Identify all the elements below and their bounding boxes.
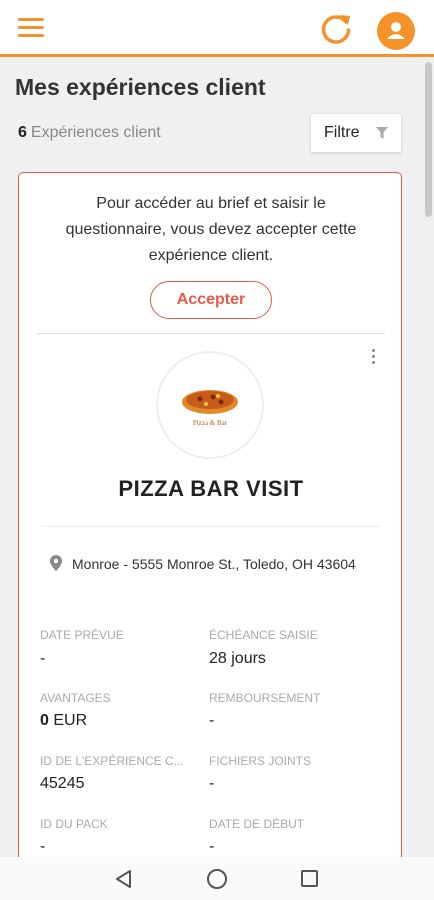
field-value-echeance: 28 jours xyxy=(209,650,266,667)
funnel-icon xyxy=(376,127,388,139)
pizza-logo-image: Pizza & Bar xyxy=(182,390,238,427)
field-value-date-debut: - xyxy=(209,838,215,855)
field-value-fichiers: - xyxy=(209,775,215,792)
accept-button[interactable]: Accepter xyxy=(150,281,272,319)
acceptance-notice: Pour accéder au brief et saisir le quest… xyxy=(65,195,357,264)
home-circle-icon[interactable] xyxy=(207,869,227,889)
field-label-remboursement: REMBOURSEMENT xyxy=(209,691,321,705)
scrollbar[interactable] xyxy=(425,62,432,217)
recent-apps-icon[interactable] xyxy=(301,870,318,887)
field-value-id-pack: - xyxy=(40,838,46,855)
page-title: Mes expériences client xyxy=(15,74,266,100)
divider xyxy=(37,333,385,334)
experience-count-number: 6 xyxy=(18,124,27,141)
field-label-echeance: ÉCHÉANCE SAISIE xyxy=(209,628,318,642)
app-bar xyxy=(0,0,434,57)
field-label-avantages: AVANTAGES xyxy=(40,691,111,705)
field-value-id-experience: 45245 xyxy=(40,775,85,792)
field-value-remboursement: - xyxy=(209,712,215,729)
logo-caption: Pizza & Bar xyxy=(193,419,228,427)
divider xyxy=(41,526,381,527)
back-triangle-icon[interactable] xyxy=(114,869,134,889)
field-label-id-pack: ID DU PACK xyxy=(40,817,108,831)
field-value-avantages: 0 EUR xyxy=(40,712,87,730)
field-value-date-prevue: - xyxy=(40,650,46,667)
mission-title: PIZZA BAR VISIT xyxy=(118,476,304,501)
avantages-currency: EUR xyxy=(53,712,88,729)
filter-label: Filtre xyxy=(324,124,360,141)
experience-count: 6 Expériences client xyxy=(18,124,161,142)
more-options-icon[interactable] xyxy=(369,349,377,369)
avantages-amount: 0 xyxy=(40,712,49,729)
filter-button[interactable]: Filtre xyxy=(311,114,401,152)
location-pin-icon xyxy=(50,555,62,571)
refresh-icon[interactable] xyxy=(318,11,354,47)
experience-count-label: Expériences client xyxy=(30,124,161,141)
field-label-fichiers: FICHIERS JOINTS xyxy=(209,754,312,768)
system-nav-bar xyxy=(0,857,434,900)
field-label-date-debut: DATE DE DÉBUT xyxy=(209,817,305,831)
mission-address: Monroe - 5555 Monroe St., Toledo, OH 436… xyxy=(72,556,356,572)
hamburger-menu-icon[interactable] xyxy=(18,18,44,40)
field-label-id-experience: ID DE L'EXPÉRIENCE C... xyxy=(40,754,184,768)
field-label-date-prevue: DATE PRÉVUE xyxy=(40,628,124,642)
user-avatar-icon[interactable] xyxy=(377,12,415,50)
mission-card: Pour accéder au brief et saisir le quest… xyxy=(18,172,402,872)
pizza-bar-logo: Pizza & Bar xyxy=(156,351,264,459)
